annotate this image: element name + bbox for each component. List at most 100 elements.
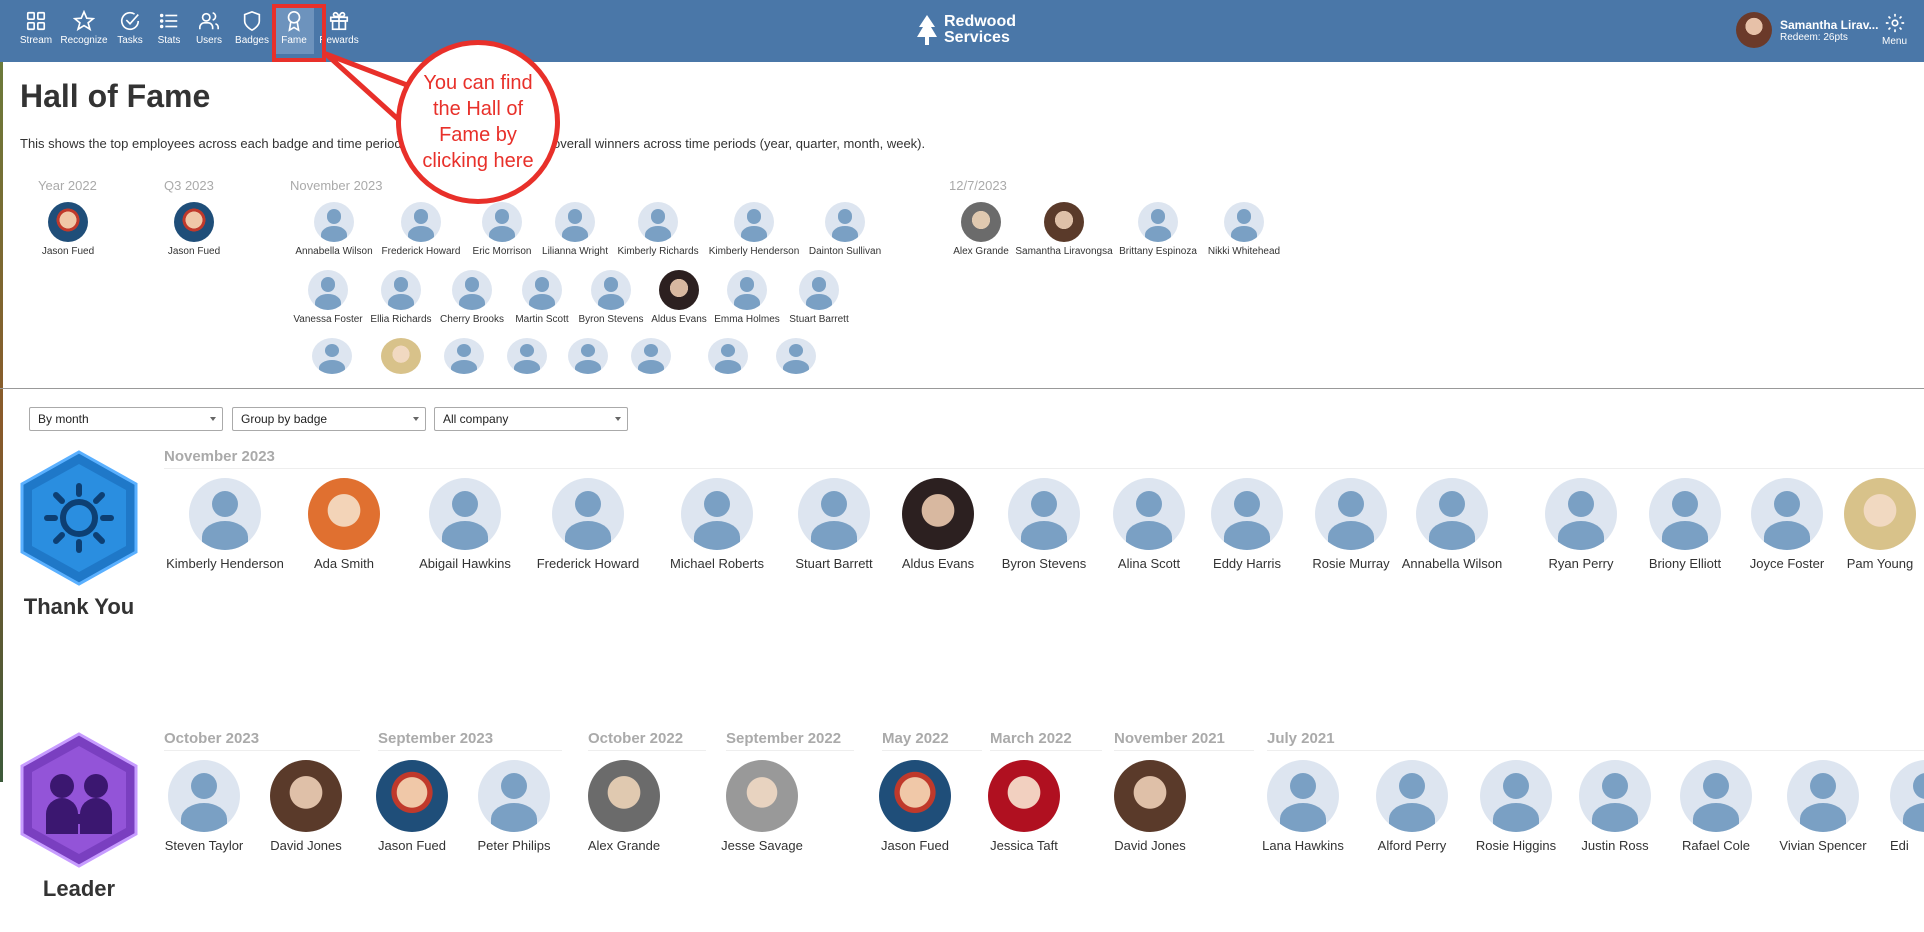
winner-name: Abigail Hawkins xyxy=(419,556,511,571)
scope-select[interactable]: All company xyxy=(434,407,628,431)
winner[interactable]: Briony Elliott xyxy=(1630,478,1740,571)
winner[interactable]: Rafael Cole xyxy=(1666,760,1766,853)
winner[interactable]: Lana Hawkins xyxy=(1253,760,1353,853)
menu-button[interactable]: Menu xyxy=(1882,12,1907,47)
winner[interactable]: Jason Fued xyxy=(865,760,965,853)
period-select[interactable]: By month xyxy=(29,407,223,431)
overview-person[interactable] xyxy=(631,338,671,374)
winner-name: Steven Taylor xyxy=(164,838,244,853)
winner[interactable]: Annabella Wilson xyxy=(1392,478,1512,571)
nav-stream-label: Stream xyxy=(19,35,53,46)
overview-person[interactable]: Stuart Barrett xyxy=(779,270,859,325)
avatar xyxy=(902,478,974,550)
avatar xyxy=(429,478,501,550)
overview-person[interactable] xyxy=(776,338,816,374)
winner[interactable]: David Jones xyxy=(1100,760,1200,853)
winner[interactable]: Rosie Murray xyxy=(1296,478,1406,571)
winner-name: Jason Fued xyxy=(378,838,446,853)
overview-person[interactable] xyxy=(312,338,352,374)
avatar xyxy=(1680,760,1752,832)
winner-name: Kimberly Henderson xyxy=(166,556,284,571)
winner[interactable]: Aldus Evans xyxy=(888,478,988,571)
person-name: Stuart Barrett xyxy=(789,314,849,325)
winner[interactable]: Jessica Taft xyxy=(974,760,1074,853)
winner[interactable]: Peter Philips xyxy=(464,760,564,853)
winner[interactable]: Joyce Foster xyxy=(1737,478,1837,571)
overview-person[interactable]: Martin Scott xyxy=(502,270,582,325)
winner[interactable]: Edi xyxy=(1890,760,1924,853)
winner[interactable]: Ada Smith xyxy=(294,478,394,571)
winner[interactable]: Alex Grande xyxy=(574,760,674,853)
nav-recognize[interactable]: Recognize xyxy=(58,10,110,54)
overview-person[interactable]: Eric Morrison xyxy=(462,202,542,257)
winner[interactable]: Vivian Spencer xyxy=(1768,760,1878,853)
overview-person[interactable]: Jason Fued xyxy=(168,202,220,257)
overview-person[interactable]: Emma Holmes xyxy=(707,270,787,325)
period-header: November 2023 xyxy=(164,448,1924,469)
period-month: November 2023 xyxy=(290,178,383,193)
nav-stream[interactable]: Stream xyxy=(14,10,58,54)
nav-stats-label: Stats xyxy=(157,35,181,46)
winner[interactable]: Kimberly Henderson xyxy=(160,478,290,571)
period-header: September 2023 xyxy=(378,730,562,751)
winner[interactable]: Alford Perry xyxy=(1362,760,1462,853)
nav-users[interactable]: Users xyxy=(188,10,230,54)
person-name: Aldus Evans xyxy=(651,314,707,325)
overview-person[interactable]: Frederick Howard xyxy=(381,202,461,257)
winner[interactable]: Alina Scott xyxy=(1099,478,1199,571)
winner[interactable]: Stuart Barrett xyxy=(779,478,889,571)
brand-text: Redwood Services xyxy=(944,14,1016,46)
winner-name: Frederick Howard xyxy=(536,556,640,571)
winner[interactable]: Frederick Howard xyxy=(528,478,648,571)
thank-you-badge-title: Thank You xyxy=(23,594,135,619)
winner[interactable]: Steven Taylor xyxy=(154,760,254,853)
nav-stats[interactable]: Stats xyxy=(150,10,188,54)
overview-person[interactable] xyxy=(381,338,421,374)
overview-person[interactable]: Lilianna Wright xyxy=(535,202,615,257)
person-name: Byron Stevens xyxy=(578,314,644,325)
gift-icon xyxy=(329,11,349,31)
overview-person[interactable]: Ellia Richards xyxy=(361,270,441,325)
user-profile[interactable]: Samantha Lirav... Redeem: 26pts xyxy=(1736,12,1878,48)
winner[interactable]: Ryan Perry xyxy=(1531,478,1631,571)
overview-person[interactable]: Brittany Espinoza xyxy=(1118,202,1198,257)
winner[interactable]: David Jones xyxy=(256,760,356,853)
scope-select-value: All company xyxy=(443,412,509,426)
star-icon xyxy=(73,10,95,32)
overview-person[interactable]: Samantha Liravongsa xyxy=(1015,202,1113,257)
winner[interactable]: Jesse Savage xyxy=(712,760,812,853)
caret-down-icon xyxy=(615,417,621,421)
overview-person[interactable]: Vanessa Foster xyxy=(288,270,368,325)
overview-person[interactable] xyxy=(507,338,547,374)
group-select[interactable]: Group by badge xyxy=(232,407,426,431)
overview-person[interactable]: Kimberly Henderson xyxy=(709,202,799,257)
avatar xyxy=(988,760,1060,832)
winner[interactable]: Byron Stevens xyxy=(989,478,1099,571)
winner[interactable]: Justin Ross xyxy=(1565,760,1665,853)
winner[interactable]: Jason Fued xyxy=(362,760,462,853)
overview-person[interactable] xyxy=(708,338,748,374)
winner[interactable]: Pam Young xyxy=(1836,478,1924,571)
overview-person[interactable] xyxy=(444,338,484,374)
leader-badge-icon xyxy=(20,732,138,868)
winner[interactable]: Michael Roberts xyxy=(662,478,772,571)
winner[interactable]: Eddy Harris xyxy=(1197,478,1297,571)
winner-name: Ryan Perry xyxy=(1548,556,1614,571)
overview-person[interactable]: Alex Grande xyxy=(941,202,1021,257)
overview-person[interactable]: Annabella Wilson xyxy=(294,202,374,257)
overview-person[interactable]: Dainton Sullivan xyxy=(805,202,885,257)
winner-name: Peter Philips xyxy=(477,838,551,853)
user-name: Samantha Lirav... xyxy=(1780,17,1879,32)
overview-person[interactable] xyxy=(568,338,608,374)
overview-person[interactable]: Jason Fued xyxy=(42,202,94,257)
overview-person[interactable]: Cherry Brooks xyxy=(432,270,512,325)
overview-person[interactable]: Nikki Whitehead xyxy=(1204,202,1284,257)
nav-badges[interactable]: Badges xyxy=(230,10,274,54)
avatar xyxy=(174,202,214,242)
winner[interactable]: Abigail Hawkins xyxy=(410,478,520,571)
brand-logo[interactable]: Redwood Services xyxy=(916,14,1016,46)
nav-tasks[interactable]: Tasks xyxy=(110,10,150,54)
overview-person[interactable]: Kimberly Richards xyxy=(617,202,699,257)
avatar xyxy=(588,760,660,832)
winner[interactable]: Rosie Higgins xyxy=(1466,760,1566,853)
